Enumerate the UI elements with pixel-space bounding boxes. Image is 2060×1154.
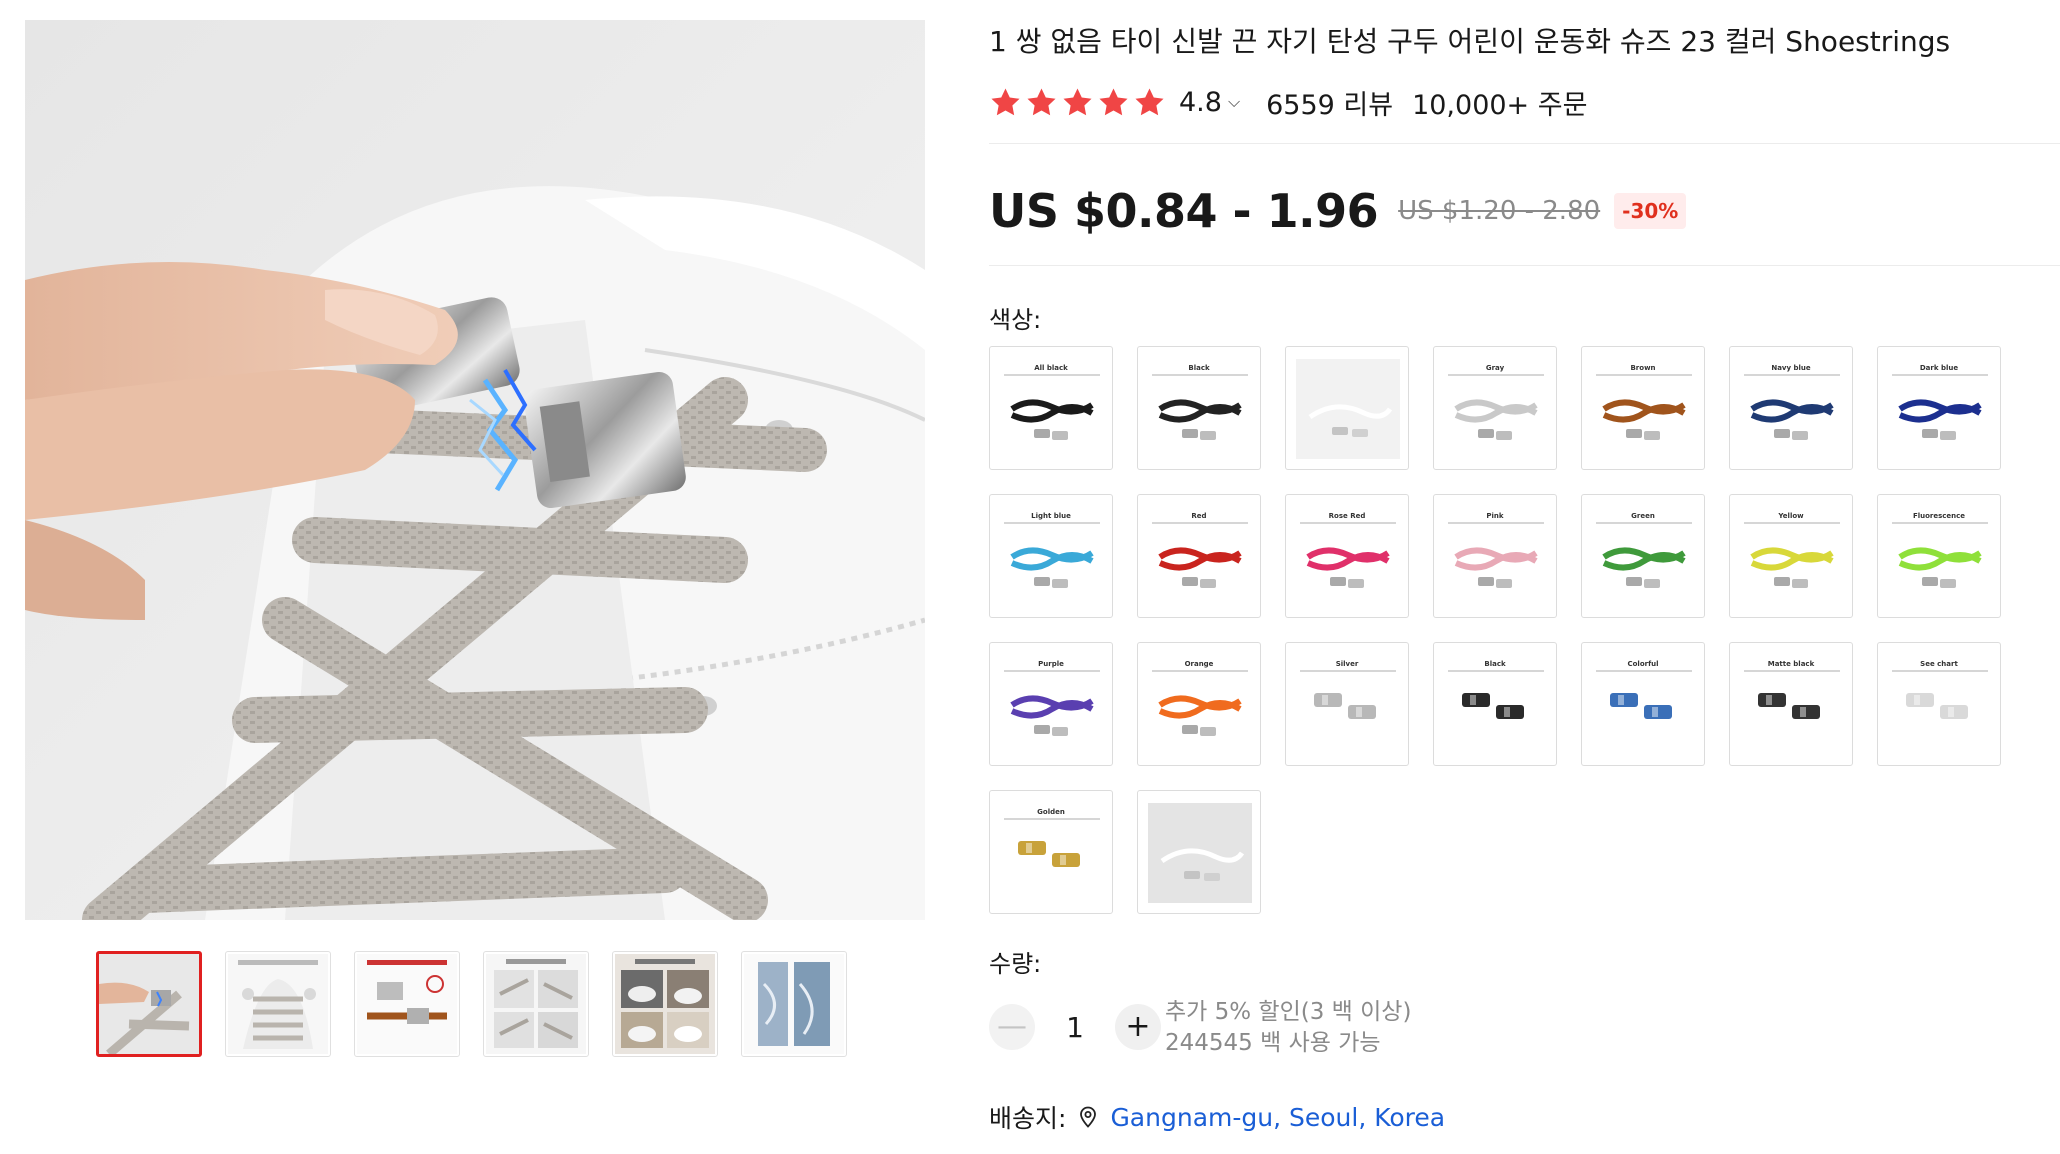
quantity-input[interactable] [1043, 1009, 1107, 1045]
thumbnail-2-image [228, 954, 328, 1054]
swatch-image [1906, 693, 1968, 719]
color-swatch[interactable]: See chart [1877, 642, 2001, 766]
color-swatch[interactable]: Brown [1581, 346, 1705, 470]
quantity-label: 수량: [989, 950, 1042, 978]
thumbnail-5-image [615, 954, 715, 1054]
thumbnail-3[interactable] [354, 951, 460, 1057]
swatch-image [1018, 841, 1080, 867]
swatch-image [1758, 693, 1820, 719]
discount-badge: -30% [1614, 193, 1687, 229]
color-swatch[interactable]: Green [1581, 494, 1705, 618]
star-icon [1135, 87, 1164, 115]
rating-row: 4.8 ⌵ 6559 리뷰 10,000+ 주문 [989, 82, 1587, 122]
swatch-image [1010, 399, 1094, 440]
divider [989, 143, 2060, 144]
swatch-image [1750, 547, 1834, 588]
thumbnail-strip [96, 951, 847, 1057]
decrease-quantity-button[interactable]: — [989, 1004, 1035, 1050]
swatch-image [1148, 803, 1252, 903]
order-count: 10,000+ 주문 [1412, 89, 1588, 121]
swatch-image [1602, 547, 1686, 588]
swatch-image [1158, 695, 1242, 736]
original-price: US $1.20 - 2.80 [1398, 196, 1601, 226]
swatch-image [1314, 693, 1376, 719]
color-swatch[interactable]: Gray [1433, 346, 1557, 470]
product-title: 1 쌍 없음 타이 신발 끈 자기 탄성 구두 어린이 운동화 슈즈 23 컬러… [989, 25, 1951, 58]
swatch-image [1296, 359, 1400, 459]
swatch-image [1898, 547, 1982, 588]
bulk-discount-text: 추가 5% 할인(3 백 이상) [1165, 999, 1412, 1025]
star-icon [991, 87, 1020, 115]
color-swatch[interactable]: Rose Red [1285, 494, 1409, 618]
thumbnail-6[interactable] [741, 951, 847, 1057]
location-pin-icon [1080, 1106, 1097, 1128]
color-swatch[interactable]: Colorful [1581, 642, 1705, 766]
thumbnail-4[interactable] [483, 951, 589, 1057]
color-swatch[interactable]: White [1285, 346, 1409, 470]
swatch-image [1010, 695, 1094, 736]
swatch-image [1454, 399, 1538, 440]
color-swatch[interactable]: Navy blue [1729, 346, 1853, 470]
color-swatch[interactable]: Dark blue [1877, 346, 2001, 470]
star-icon [1099, 87, 1128, 115]
color-swatch[interactable]: White [1137, 790, 1261, 914]
shipping-row: 배송지: Gangnam-gu, Seoul, Korea [989, 1098, 1445, 1136]
rating-value[interactable]: 4.8 [1179, 87, 1222, 118]
swatch-image [1158, 399, 1242, 440]
color-swatch[interactable]: Orange [1137, 642, 1261, 766]
swatch-image [1158, 547, 1242, 588]
shipping-label: 배송지: [989, 1104, 1067, 1133]
star-rating [989, 86, 1166, 119]
swatch-image [1454, 547, 1538, 588]
color-swatch[interactable]: Light blue [989, 494, 1113, 618]
shipping-location-link[interactable]: Gangnam-gu, Seoul, Korea [1110, 1103, 1445, 1132]
swatch-image [1898, 399, 1982, 440]
star-icon [1027, 87, 1056, 115]
star-icon [1063, 87, 1092, 115]
color-swatch[interactable]: Purple [989, 642, 1113, 766]
swatch-image [1750, 399, 1834, 440]
chevron-down-icon[interactable]: ⌵ [1228, 92, 1240, 112]
thumbnail-1-image [99, 954, 199, 1054]
thumbnail-1[interactable] [96, 951, 202, 1057]
swatch-image [1010, 547, 1094, 588]
color-swatch[interactable]: Silver [1285, 642, 1409, 766]
price-row: US $0.84 - 1.96 US $1.20 - 2.80 -30% [989, 183, 1687, 239]
color-label: 색상: [989, 306, 1042, 334]
magnetic-shoelace-photo [25, 20, 925, 920]
swatch-image [1610, 693, 1672, 719]
increase-quantity-button[interactable]: + [1115, 1004, 1161, 1050]
swatch-image [1462, 693, 1524, 719]
swatch-image [1602, 399, 1686, 440]
swatch-image [1306, 547, 1390, 588]
thumbnail-5[interactable] [612, 951, 718, 1057]
divider [989, 265, 2060, 266]
color-swatch[interactable]: Fluorescence [1877, 494, 2001, 618]
color-swatch[interactable]: All black [989, 346, 1113, 470]
color-swatch[interactable]: Yellow [1729, 494, 1853, 618]
available-stock-text: 244545 백 사용 가능 [1165, 1030, 1381, 1056]
main-product-image[interactable] [25, 20, 925, 920]
review-count[interactable]: 6559 리뷰 [1266, 83, 1393, 122]
color-swatch[interactable]: Black [1137, 346, 1261, 470]
current-price: US $0.84 - 1.96 [989, 184, 1379, 238]
quantity-stepper: — + [989, 1003, 1161, 1051]
color-swatch[interactable]: Golden [989, 790, 1113, 914]
quantity-info: 추가 5% 할인(3 백 이상) 244545 백 사용 가능 [1165, 997, 1411, 1059]
color-swatch[interactable]: Black [1433, 642, 1557, 766]
color-swatch[interactable]: Pink [1433, 494, 1557, 618]
thumbnail-4-image [486, 954, 586, 1054]
color-swatch[interactable]: Matte black [1729, 642, 1853, 766]
thumbnail-2[interactable] [225, 951, 331, 1057]
thumbnail-6-image [744, 954, 844, 1054]
color-swatch[interactable]: Red [1137, 494, 1261, 618]
thumbnail-3-image [357, 954, 457, 1054]
product-page: 1 쌍 없음 타이 신발 끈 자기 탄성 구두 어린이 운동화 슈즈 23 컬러… [0, 0, 2060, 1154]
